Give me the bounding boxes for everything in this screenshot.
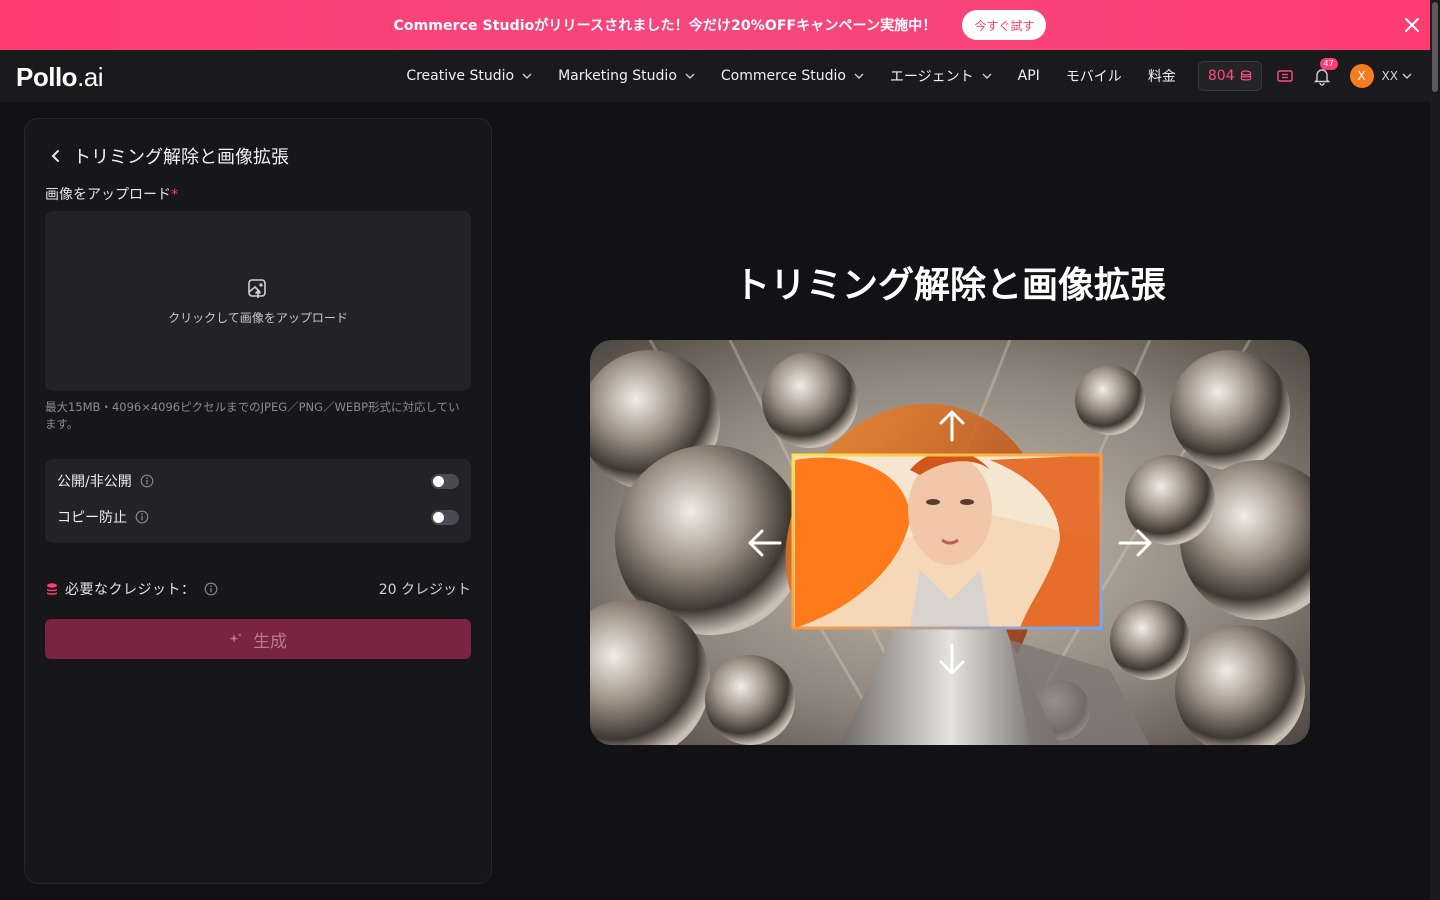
scrollbar-thumb[interactable] bbox=[1432, 2, 1438, 92]
pollo-logo[interactable]: Pollo.ai bbox=[16, 62, 104, 93]
panel-title: トリミング解除と画像拡張 bbox=[73, 147, 289, 168]
upload-hint: 最大15MB・4096×4096ピクセルまでのJPEG／PNG／WEBP形式に対… bbox=[45, 400, 460, 431]
promo-try-now-button[interactable]: 今すぐ試す bbox=[962, 10, 1047, 40]
chevron-down-icon bbox=[854, 73, 864, 79]
chevron-down-icon bbox=[522, 73, 532, 79]
credits-label: 必要なクレジット： bbox=[65, 582, 196, 598]
nav-marketing-studio[interactable]: Marketing Studio bbox=[558, 68, 695, 84]
chevron-left-icon bbox=[51, 150, 59, 162]
required-credits-row: 必要なクレジット： 20 クレジット bbox=[45, 579, 471, 599]
back-button[interactable]: トリミング解除と画像拡張 bbox=[49, 143, 289, 169]
credits-value: 20 クレジット bbox=[378, 582, 471, 598]
image-upload-dropzone[interactable]: クリックして画像をアップロード bbox=[45, 211, 471, 391]
info-icon[interactable] bbox=[135, 510, 149, 524]
promo-text: Commerce Studioがリリースされました！今だけ20%OFFキャンペー… bbox=[393, 18, 937, 34]
nav-mobile[interactable]: モバイル bbox=[1066, 66, 1122, 86]
tool-panel: トリミング解除と画像拡張 画像をアップロード* クリックして画像をアップロード … bbox=[24, 118, 492, 884]
notification-badge: 47 bbox=[1319, 58, 1338, 70]
nav-agent[interactable]: エージェント bbox=[890, 66, 992, 86]
sparkle-icon bbox=[229, 633, 242, 643]
coin-stack-icon bbox=[47, 583, 57, 595]
close-icon[interactable] bbox=[1402, 15, 1422, 35]
info-icon[interactable] bbox=[204, 582, 218, 596]
toggle-group: 公開/非公開 コピー防止 bbox=[45, 459, 471, 543]
nav-commerce-studio[interactable]: Commerce Studio bbox=[721, 68, 864, 84]
coin-stack-icon bbox=[1240, 70, 1251, 81]
dropzone-text: クリックして画像をアップロード bbox=[168, 310, 348, 325]
hero-example-image bbox=[590, 340, 1310, 745]
ticket-icon[interactable] bbox=[1276, 67, 1294, 85]
credits-balance[interactable]: 804 bbox=[1197, 61, 1262, 91]
toggle-row-public: 公開/非公開 bbox=[57, 471, 459, 491]
user-name[interactable]: XX bbox=[1382, 69, 1398, 83]
upload-label: 画像をアップロード* bbox=[45, 187, 178, 203]
generate-button[interactable]: 生成 bbox=[45, 619, 471, 659]
image-upload-icon bbox=[248, 278, 266, 298]
promo-banner: Commerce Studioがリリースされました！今だけ20%OFFキャンペー… bbox=[0, 0, 1440, 50]
chevron-down-icon[interactable] bbox=[1402, 71, 1412, 81]
avatar[interactable]: X bbox=[1349, 64, 1374, 88]
toggle-row-copy-protect: コピー防止 bbox=[57, 507, 459, 527]
notifications-button[interactable]: 47 bbox=[1312, 58, 1338, 86]
top-nav: Pollo.ai Creative Studio Marketing Studi… bbox=[0, 50, 1430, 102]
public-private-switch[interactable] bbox=[431, 474, 459, 489]
info-icon[interactable] bbox=[140, 474, 154, 488]
chevron-down-icon bbox=[982, 73, 992, 79]
hero-title: トリミング解除と画像拡張 bbox=[733, 265, 1166, 306]
copy-protection-switch[interactable] bbox=[431, 510, 459, 525]
page-scrollbar[interactable] bbox=[1430, 0, 1440, 900]
nav-api[interactable]: API bbox=[1018, 68, 1040, 84]
required-mark: * bbox=[171, 187, 178, 203]
chevron-down-icon bbox=[685, 73, 695, 79]
nav-creative-studio[interactable]: Creative Studio bbox=[406, 68, 532, 84]
nav-pricing[interactable]: 料金 bbox=[1148, 66, 1176, 86]
